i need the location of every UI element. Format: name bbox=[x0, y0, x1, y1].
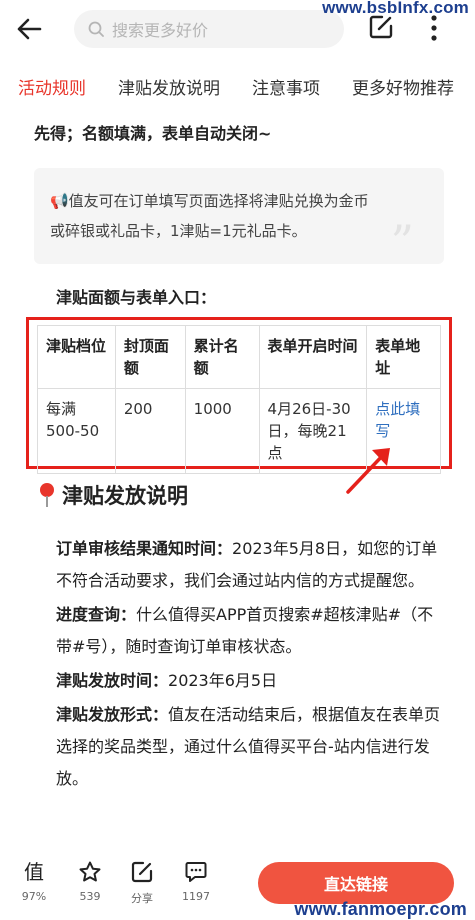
section-title-text: 津贴发放说明 bbox=[62, 484, 188, 508]
table-header-cell: 表单开启时间 bbox=[258, 325, 368, 389]
table-header-cell: 累计名额 bbox=[184, 325, 260, 389]
worth-button[interactable]: 值 97% bbox=[14, 860, 54, 903]
table-cell: 200 bbox=[114, 388, 186, 474]
table-cell: 每满500-50 bbox=[37, 388, 116, 474]
paragraph: 津贴发放形式：值友在活动结束后，根据值友在表单页选择的奖品类型，通过什么值得买平… bbox=[56, 699, 446, 795]
search-icon bbox=[88, 21, 104, 37]
notice-line-2: 或碎银或礼品卡，1津贴=1元礼品卡。 bbox=[50, 222, 307, 240]
share-icon bbox=[131, 861, 153, 883]
comment-count: 1197 bbox=[182, 890, 210, 903]
quote-mark-icon: ” bbox=[390, 215, 414, 269]
share-button[interactable]: 分享 bbox=[122, 860, 162, 906]
favorite-button[interactable]: 539 bbox=[70, 860, 110, 903]
paragraph-label: 进度查询： bbox=[56, 605, 137, 624]
table-header-cell: 封顶面额 bbox=[114, 325, 186, 389]
comment-icon bbox=[185, 862, 207, 882]
tab-notes[interactable]: 注意事项 bbox=[252, 74, 320, 99]
section-body: 订单审核结果通知时间：2023年5月8日，如您的订单不符合活动要求，我们会通过站… bbox=[56, 533, 446, 797]
table-header-cell: 津贴档位 bbox=[37, 325, 116, 389]
svg-text:值: 值 bbox=[24, 860, 44, 884]
section-title: 津贴发放说明 bbox=[36, 480, 188, 510]
table-cell: 1000 bbox=[184, 388, 260, 474]
star-icon bbox=[79, 861, 101, 882]
more-button[interactable] bbox=[430, 14, 438, 46]
comment-button[interactable]: 1197 bbox=[176, 860, 216, 903]
more-icon bbox=[431, 15, 437, 41]
tab-activity-rules[interactable]: 活动规则 bbox=[18, 74, 86, 99]
watermark-bottom: www.fanmoepr.com bbox=[294, 899, 467, 919]
paragraph-label: 津贴发放时间： bbox=[56, 671, 169, 690]
worth-label: 97% bbox=[21, 890, 47, 903]
tab-more-recommendations[interactable]: 更多好物推荐 bbox=[352, 74, 454, 99]
pin-icon bbox=[40, 483, 54, 507]
table-header-cell: 表单地址 bbox=[366, 325, 441, 389]
table-title: 津贴面额与表单入口： bbox=[56, 288, 217, 307]
share-label: 分享 bbox=[131, 892, 153, 905]
tab-bar: 活动规则 津贴发放说明 注意事项 更多好物推荐 bbox=[0, 62, 475, 110]
notice-box: 📢值友可在订单填写页面选择将津贴兑换为金币 或碎银或礼品卡，1津贴=1元礼品卡。… bbox=[34, 168, 444, 269]
paragraph-label: 订单审核结果通知时间： bbox=[56, 539, 233, 558]
notice-line-1: 📢值友可在订单填写页面选择将津贴兑换为金币 bbox=[50, 192, 369, 210]
paragraph: 进度查询：什么值得买APP首页搜索#超核津贴#（不带#号），随时查询订单审核状态… bbox=[56, 599, 446, 663]
edit-button[interactable] bbox=[368, 14, 394, 44]
search-input[interactable]: 搜索更多好价 bbox=[74, 10, 344, 48]
table-header-row: 津贴档位 封顶面额 累计名额 表单开启时间 表单地址 bbox=[37, 325, 441, 389]
paragraph-text: 2023年6月5日 bbox=[168, 671, 278, 690]
paragraph-label: 津贴发放形式： bbox=[56, 705, 169, 724]
lead-text: 先得；名额填满，表单自动关闭~ bbox=[34, 124, 272, 143]
paragraph: 订单审核结果通知时间：2023年5月8日，如您的订单不符合活动要求，我们会通过站… bbox=[56, 533, 446, 597]
paragraph: 津贴发放时间：2023年6月5日 bbox=[56, 665, 446, 697]
worth-icon: 值 bbox=[24, 860, 44, 884]
favorite-count: 539 bbox=[79, 890, 101, 903]
tab-allowance-instructions[interactable]: 津贴发放说明 bbox=[118, 74, 220, 99]
watermark-top: www.bsbInfx.com bbox=[322, 0, 469, 17]
back-arrow-icon bbox=[17, 18, 42, 40]
search-placeholder: 搜索更多好价 bbox=[112, 21, 209, 40]
arrow-annotation-icon bbox=[346, 448, 390, 494]
back-button[interactable] bbox=[0, 0, 58, 58]
direct-link-button[interactable]: 直达链接 bbox=[258, 862, 454, 904]
